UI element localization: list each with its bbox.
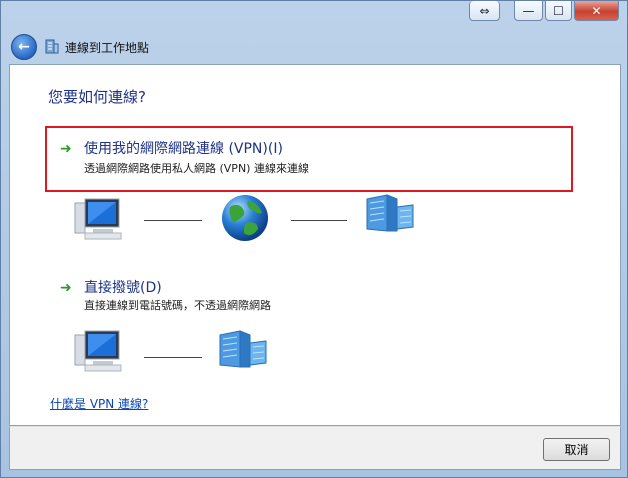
- connection-line: [144, 220, 202, 221]
- content-panel: 您要如何連線? ➜ 使用我的網際網路連線 (VPN)(I) 透過網際網路使用私人…: [9, 64, 621, 426]
- dialog-window: ⇔ — ☐ ✕ ← 連線到工作地點 您要如何連線? ➜ 使用我的網際網路連線 (…: [0, 0, 628, 478]
- page-heading: 您要如何連線?: [48, 88, 146, 106]
- building-icon: [219, 330, 267, 368]
- back-button[interactable]: ←: [11, 34, 37, 60]
- computer-icon: [74, 198, 122, 240]
- title-bar-buttons: ⇔ — ☐ ✕: [469, 1, 619, 21]
- network-place-icon: [45, 39, 59, 54]
- green-arrow-icon: ➜: [60, 141, 72, 157]
- vpn-option-description: 透過網際網路使用私人網路 (VPN) 連線來連線: [84, 162, 309, 175]
- navigation-bar: ← 連線到工作地點: [9, 30, 621, 64]
- globe-icon: [222, 195, 268, 241]
- vpn-option[interactable]: ➜ 使用我的網際網路連線 (VPN)(I) 透過網際網路使用私人網路 (VPN)…: [45, 126, 573, 192]
- connection-line: [144, 357, 202, 358]
- dialog-footer: 取消: [9, 426, 621, 470]
- maximize-button[interactable]: ☐: [545, 1, 572, 21]
- vpn-option-title: 使用我的網際網路連線 (VPN)(I): [84, 141, 283, 157]
- window-title: 連線到工作地點: [65, 41, 150, 55]
- green-arrow-icon: ➜: [60, 280, 72, 296]
- computer-icon: [74, 330, 122, 372]
- back-arrow-icon: ←: [18, 39, 30, 55]
- close-button[interactable]: ✕: [574, 1, 619, 21]
- swap-button[interactable]: ⇔: [469, 1, 500, 21]
- cancel-button[interactable]: 取消: [543, 438, 610, 461]
- connection-line: [291, 220, 347, 221]
- dial-up-option-description: 直接連線到電話號碼，不透過網際網路: [84, 299, 271, 312]
- dial-up-option-title: 直接撥號(D): [84, 280, 162, 296]
- what-is-vpn-link[interactable]: 什麼是 VPN 連線?: [50, 395, 148, 412]
- dial-up-option[interactable]: ➜ 直接撥號(D) 直接連線到電話號碼，不透過網際網路: [45, 267, 573, 327]
- minimize-button[interactable]: —: [514, 1, 543, 21]
- building-icon: [366, 194, 414, 232]
